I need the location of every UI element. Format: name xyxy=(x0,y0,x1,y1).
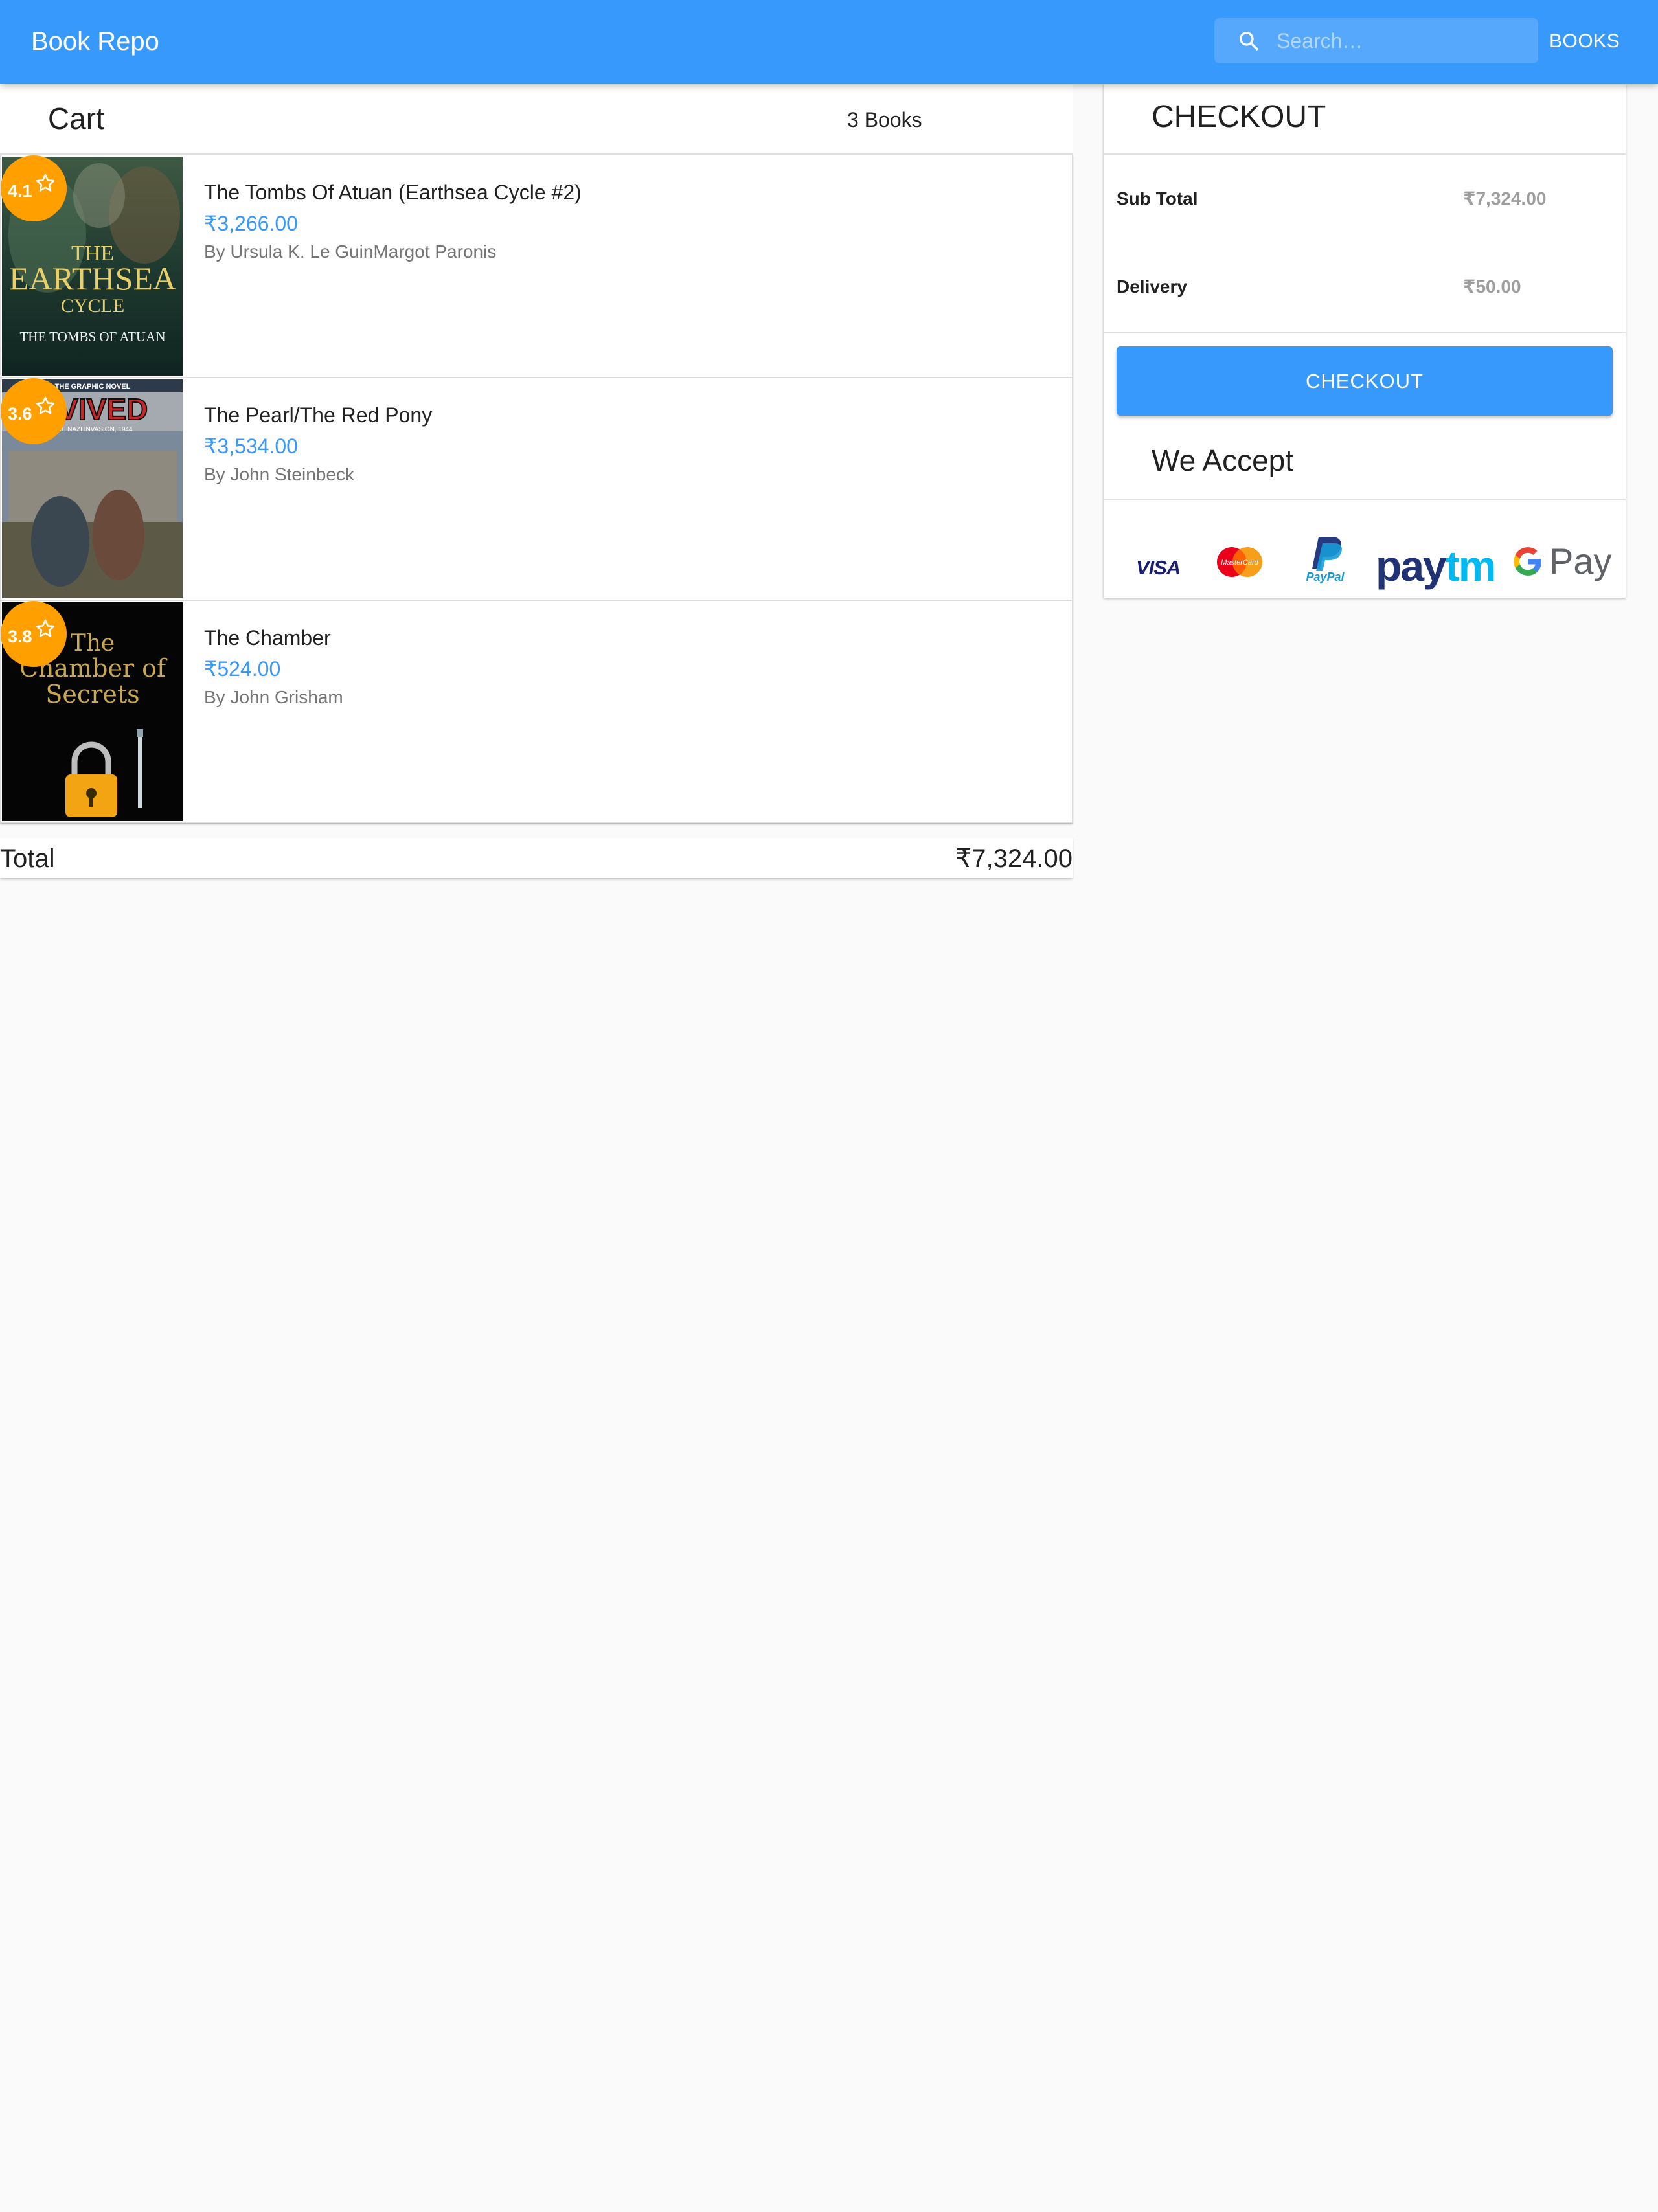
cover-text: THE TOMBS OF ATUAN xyxy=(19,329,165,344)
search-input[interactable] xyxy=(1277,25,1529,57)
paytm-tm-text: tm xyxy=(1445,542,1497,590)
divider xyxy=(1104,499,1626,500)
cart-header: Cart 3 Books xyxy=(0,84,1073,155)
mastercard-text: MasterCard xyxy=(1221,559,1258,567)
rating-value: 3.6 xyxy=(8,404,32,423)
cover-text: EARTHSEA xyxy=(9,260,176,297)
book-author: By John Steinbeck xyxy=(204,464,354,484)
search-box[interactable] xyxy=(1214,18,1538,63)
book-price: ₹3,266.00 xyxy=(204,212,298,235)
cart-item[interactable]: The Chamber of Secrets 3.8 The Chamber ₹… xyxy=(0,600,1073,823)
delivery-value: ₹50.00 xyxy=(1463,276,1521,297)
google-pay-text: Pay xyxy=(1549,541,1612,581)
paytm-logo: paytm xyxy=(1376,542,1497,590)
mastercard-logo: MasterCard xyxy=(1217,547,1262,577)
cover-text: The xyxy=(71,630,115,657)
books-nav-link[interactable]: BOOKS xyxy=(1549,28,1620,54)
cover-text: CYCLE xyxy=(61,295,124,317)
google-pay-logo: Pay xyxy=(1512,542,1612,581)
rating-value: 3.8 xyxy=(8,627,32,646)
total-value: ₹7,324.00 xyxy=(955,844,1073,873)
checkout-title: CHECKOUT xyxy=(1152,100,1326,134)
divider xyxy=(1104,153,1626,155)
cart-item[interactable]: THE GRAPHIC NOVEL RVIVED THE NAZI INVASI… xyxy=(0,378,1073,600)
paytm-pay-text: pay xyxy=(1376,542,1447,590)
cart-item-list: THE EARTHSEA CYCLE THE TOMBS OF ATUAN 4.… xyxy=(0,155,1073,823)
subtotal-label: Sub Total xyxy=(1117,188,1198,209)
app-title[interactable]: Book Repo xyxy=(31,26,159,57)
book-price: ₹3,534.00 xyxy=(204,435,298,458)
book-title[interactable]: The Chamber xyxy=(204,624,331,651)
checkout-panel: CHECKOUT Sub Total ₹7,324.00 Delivery ₹5… xyxy=(1104,84,1626,598)
google-g-icon xyxy=(1514,547,1541,576)
cart-item[interactable]: THE EARTHSEA CYCLE THE TOMBS OF ATUAN 4.… xyxy=(0,155,1073,378)
app-bar: Book Repo BOOKS xyxy=(0,0,1658,84)
book-title[interactable]: The Tombs Of Atuan (Earthsea Cycle #2) xyxy=(204,179,582,206)
paypal-text: PayPal xyxy=(1306,570,1345,583)
search-icon xyxy=(1240,32,1259,51)
rating-badge: 3.8 xyxy=(1,601,67,667)
book-author: By John Grisham xyxy=(204,687,343,707)
star-outline-icon xyxy=(36,174,55,192)
cover-text: THE GRAPHIC NOVEL xyxy=(55,383,131,390)
book-author: By Ursula K. Le GuinMargot Paronis xyxy=(204,242,497,262)
cover-text: Secrets xyxy=(45,680,139,708)
rating-value: 4.1 xyxy=(8,181,32,201)
rating-badge: 3.6 xyxy=(1,378,67,444)
cover-text: THE NAZI INVASION, 1944 xyxy=(52,426,133,433)
book-price: ₹524.00 xyxy=(204,657,281,681)
star-outline-icon xyxy=(36,396,55,414)
subtotal-value: ₹7,324.00 xyxy=(1463,188,1547,209)
cart-item-count: 3 Books xyxy=(847,108,922,131)
checkout-button[interactable]: CHECKOUT xyxy=(1117,346,1613,416)
total-label: Total xyxy=(0,844,55,873)
payment-methods: VISA MasterCard PayPal paytm Pay xyxy=(1104,523,1626,594)
rating-badge: 4.1 xyxy=(1,155,67,221)
visa-logo: VISA xyxy=(1136,556,1181,579)
star-outline-icon xyxy=(36,619,55,637)
delivery-label: Delivery xyxy=(1117,276,1187,297)
divider xyxy=(1104,332,1626,333)
book-title[interactable]: The Pearl/The Red Pony xyxy=(204,401,432,429)
we-accept-title: We Accept xyxy=(1152,444,1294,477)
cart-total-bar: Total ₹7,324.00 xyxy=(0,838,1073,878)
paypal-logo: PayPal xyxy=(1306,537,1345,583)
cart-title: Cart xyxy=(48,102,104,135)
